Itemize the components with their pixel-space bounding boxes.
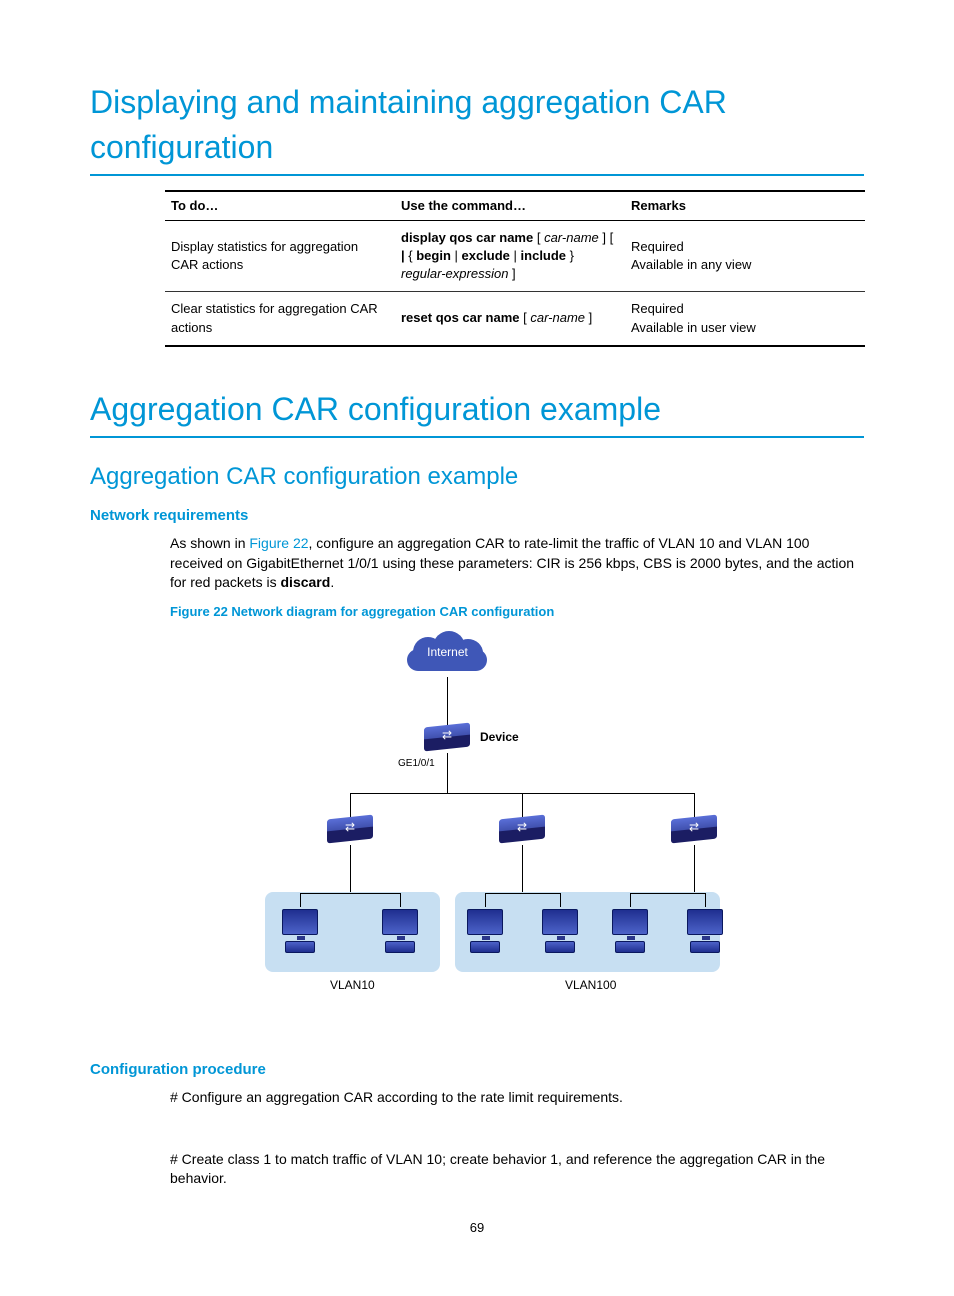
heading-network-requirements: Network requirements xyxy=(90,505,864,526)
port-label: GE1/0/1 xyxy=(398,757,435,771)
table-row: Clear statistics for aggregation CAR act… xyxy=(165,292,865,346)
internet-cloud-icon: Internet xyxy=(405,627,490,679)
section-title-displaying: Displaying and maintaining aggregation C… xyxy=(90,80,864,176)
network-diagram: Internet ⇄ Device GE1/0/1 ⇄ ⇄ ⇄ VLAN10 V… xyxy=(330,627,710,1047)
th-remarks: Remarks xyxy=(625,191,865,221)
command-table: To do… Use the command… Remarks Display … xyxy=(165,190,865,347)
switch-icon: ⇄ xyxy=(499,817,545,847)
vlan100-label: VLAN100 xyxy=(565,977,616,994)
pc-icon xyxy=(610,909,650,953)
pc-icon xyxy=(465,909,505,953)
switch-icon: ⇄ xyxy=(424,725,470,755)
cell-remarks: RequiredAvailable in user view xyxy=(625,292,865,346)
cell-command: display qos car name [ car-name ] [ | { … xyxy=(395,220,625,292)
page-number: 69 xyxy=(90,1219,864,1237)
paragraph-step: # Configure an aggregation CAR according… xyxy=(170,1088,864,1108)
th-command: Use the command… xyxy=(395,191,625,221)
cell-remarks: RequiredAvailable in any view xyxy=(625,220,865,292)
cell-todo: Clear statistics for aggregation CAR act… xyxy=(165,292,395,346)
pc-icon xyxy=(685,909,725,953)
table-row: Display statistics for aggregation CAR a… xyxy=(165,220,865,292)
vlan10-label: VLAN10 xyxy=(330,977,375,994)
switch-icon: ⇄ xyxy=(671,817,717,847)
device-label: Device xyxy=(480,729,519,746)
paragraph-requirements: As shown in Figure 22, configure an aggr… xyxy=(170,534,864,593)
heading-configuration-procedure: Configuration procedure xyxy=(90,1059,864,1080)
paragraph-step: # Create class 1 to match traffic of VLA… xyxy=(170,1150,864,1189)
subsection-title-example: Aggregation CAR configuration example xyxy=(90,460,864,494)
th-todo: To do… xyxy=(165,191,395,221)
figure-caption: Figure 22 Network diagram for aggregatio… xyxy=(170,603,864,621)
cell-todo: Display statistics for aggregation CAR a… xyxy=(165,220,395,292)
figure-link[interactable]: Figure 22 xyxy=(249,535,308,551)
pc-icon xyxy=(280,909,320,953)
internet-label: Internet xyxy=(405,644,490,661)
section-title-example: Aggregation CAR configuration example xyxy=(90,387,864,438)
cell-command: reset qos car name [ car-name ] xyxy=(395,292,625,346)
pc-icon xyxy=(380,909,420,953)
pc-icon xyxy=(540,909,580,953)
switch-icon: ⇄ xyxy=(327,817,373,847)
